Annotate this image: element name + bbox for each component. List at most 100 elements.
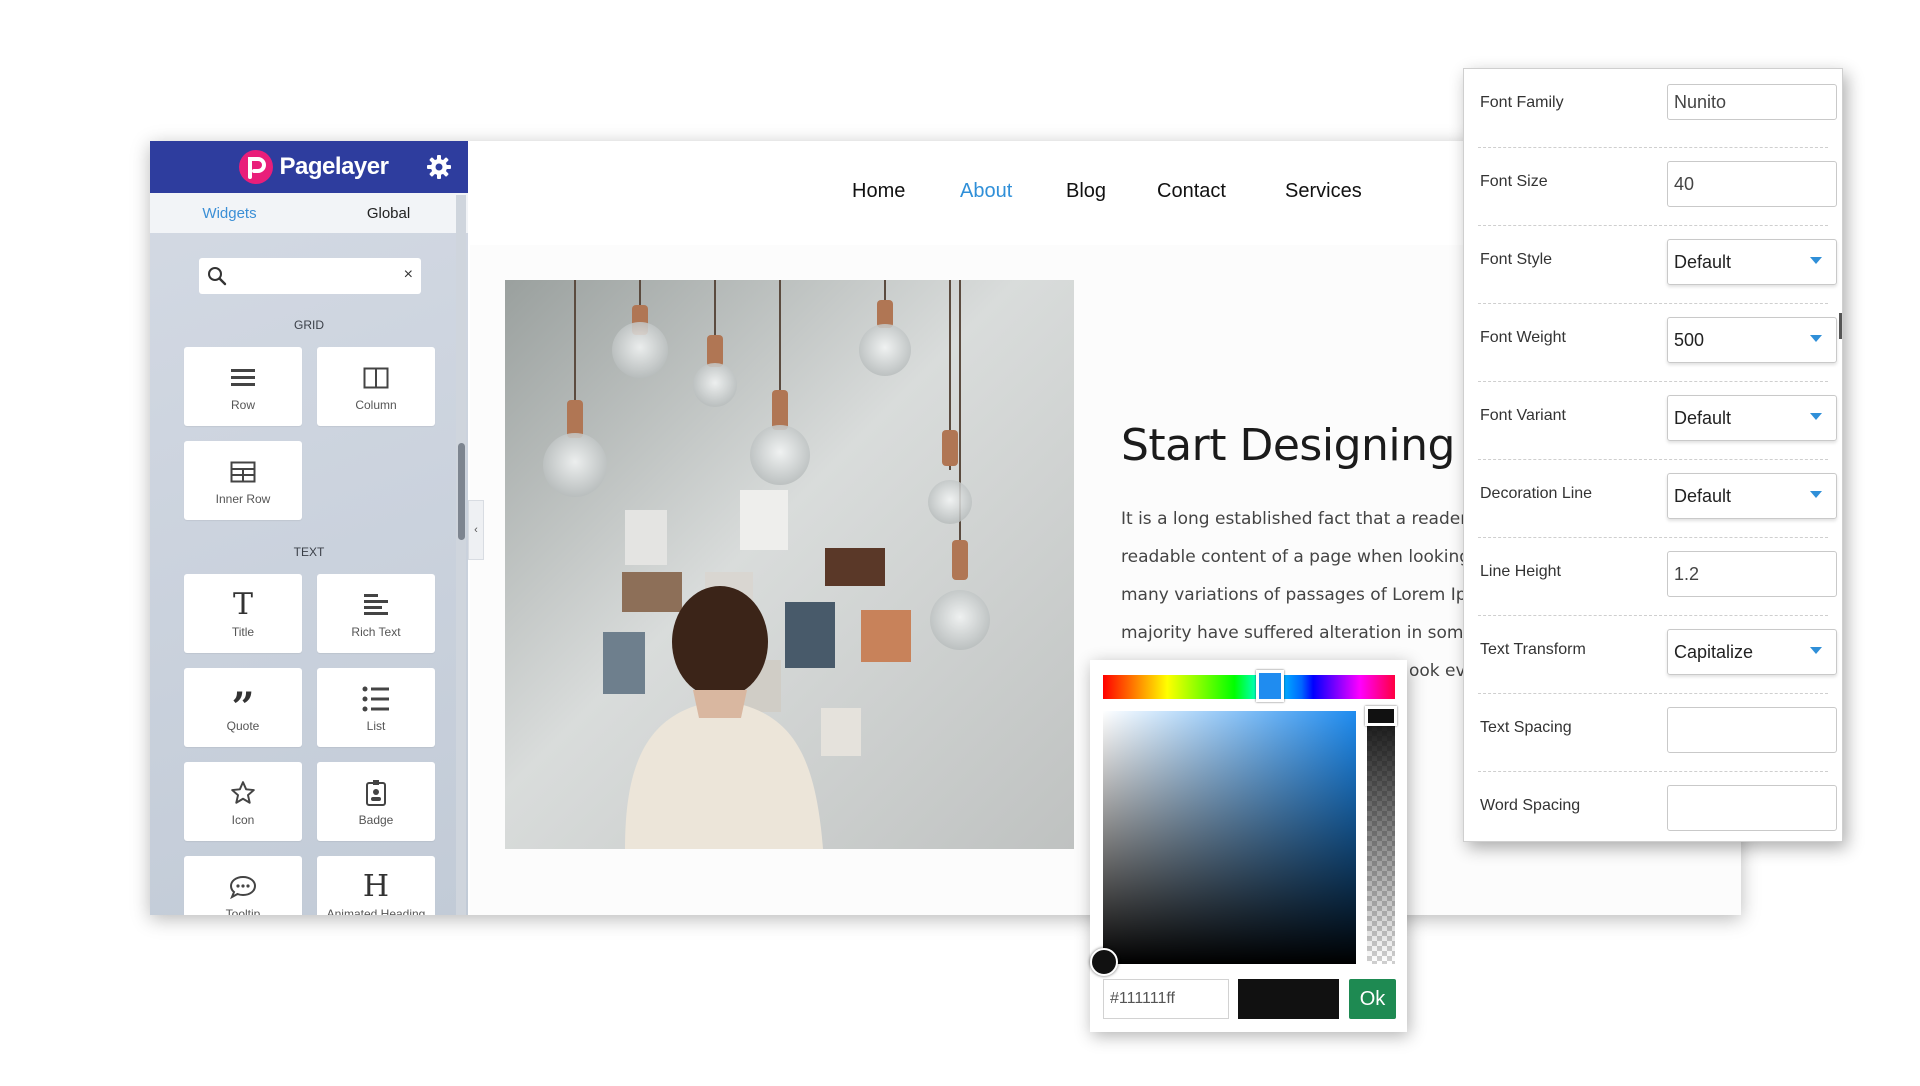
ok-button[interactable]: Ok <box>1349 979 1396 1019</box>
setting-line-height: Line Height 1.2 <box>1478 537 1837 616</box>
paragraph-line: many variations of passages of Lorem Ips <box>1121 585 1466 605</box>
text-spacing-input[interactable] <box>1667 707 1837 753</box>
widget-label: Badge <box>358 812 394 827</box>
widget-title[interactable]: T Title <box>184 574 302 653</box>
badge-icon <box>366 779 386 806</box>
line-height-input[interactable]: 1.2 <box>1667 551 1837 597</box>
select-value: Default <box>1674 407 1732 428</box>
font-size-input[interactable]: 40 <box>1667 161 1837 207</box>
font-style-select[interactable]: Default <box>1667 239 1837 285</box>
word-spacing-input[interactable] <box>1667 785 1837 831</box>
color-handle[interactable] <box>1090 948 1118 976</box>
typography-panel: Font Family Nunito Font Size 40 Font Sty… <box>1463 68 1843 842</box>
paragraph-line: readable content of a page when looking <box>1121 547 1466 567</box>
star-icon <box>231 780 255 804</box>
hue-slider-handle[interactable] <box>1256 670 1284 702</box>
paragraph-line: It is a long established fact that a rea… <box>1121 509 1466 529</box>
setting-decoration-line: Decoration Line Default <box>1478 459 1837 538</box>
setting-font-weight: Font Weight 500 <box>1478 303 1837 382</box>
widget-animated-heading[interactable]: H Animated Heading <box>317 856 435 915</box>
saturation-value-area[interactable] <box>1103 711 1356 964</box>
setting-font-family: Font Family Nunito <box>1478 69 1837 148</box>
tab-widgets[interactable]: Widgets <box>150 205 309 222</box>
pagelayer-sidebar: Pagelayer Widgets Global × GRID Row Colu… <box>150 141 468 915</box>
page-heading[interactable]: Start Designing <box>1121 420 1455 471</box>
paragraph-line: ook ev <box>1409 661 1466 681</box>
hero-image <box>505 280 1074 849</box>
setting-label: Font Variant <box>1480 407 1566 424</box>
tab-global[interactable]: Global <box>309 205 468 222</box>
setting-text-transform: Text Transform Capitalize <box>1478 615 1837 694</box>
nav-contact[interactable]: Contact <box>1157 180 1226 203</box>
select-value: Default <box>1674 485 1732 506</box>
hue-slider[interactable] <box>1103 675 1395 699</box>
chevron-down-icon <box>1810 335 1822 342</box>
setting-word-spacing: Word Spacing <box>1478 771 1837 841</box>
color-picker: Ok <box>1090 660 1407 1032</box>
panel-edge-handle[interactable] <box>1839 313 1842 339</box>
select-value: 500 <box>1674 329 1705 350</box>
alpha-slider-handle[interactable] <box>1365 706 1397 726</box>
columns-icon <box>363 367 389 388</box>
search-input[interactable] <box>233 264 387 288</box>
setting-label: Font Weight <box>1480 329 1566 346</box>
nav-home[interactable]: Home <box>852 180 905 203</box>
setting-font-size: Font Size 40 <box>1478 147 1837 226</box>
nav-about[interactable]: About <box>960 180 1012 203</box>
setting-font-style: Font Style Default <box>1478 225 1837 304</box>
search-icon <box>208 267 227 286</box>
decoration-line-select[interactable]: Default <box>1667 473 1837 519</box>
setting-label: Font Family <box>1480 94 1564 111</box>
hex-color-input[interactable] <box>1103 979 1229 1019</box>
sidebar-tabs: Widgets Global <box>150 193 468 233</box>
text-transform-select[interactable]: Capitalize <box>1667 629 1837 675</box>
setting-font-variant: Font Variant Default <box>1478 381 1837 460</box>
chevron-down-icon <box>1810 491 1822 498</box>
widget-inner-row[interactable]: Inner Row <box>184 441 302 520</box>
select-value: Capitalize <box>1674 641 1754 662</box>
title-icon: T <box>232 587 253 622</box>
nav-blog[interactable]: Blog <box>1066 180 1106 203</box>
widget-tooltip[interactable]: Tooltip <box>184 856 302 915</box>
gear-icon[interactable] <box>426 154 452 180</box>
setting-label: Font Size <box>1480 173 1548 190</box>
font-weight-select[interactable]: 500 <box>1667 317 1837 363</box>
brand-name: Pagelayer <box>279 153 389 180</box>
widget-label: Column <box>355 397 397 412</box>
widget-badge[interactable]: Badge <box>317 762 435 841</box>
pagelayer-logo-icon <box>238 150 273 184</box>
nav-services[interactable]: Services <box>1285 180 1362 203</box>
collapse-sidebar-button[interactable]: ‹ <box>468 500 484 560</box>
widget-label: Row <box>230 397 255 412</box>
widget-column[interactable]: Column <box>317 347 435 426</box>
widget-rich-text[interactable]: Rich Text <box>317 574 435 653</box>
setting-label: Font Style <box>1480 251 1553 268</box>
sidebar-scrollbar[interactable] <box>456 195 466 915</box>
widget-icon[interactable]: Icon <box>184 762 302 841</box>
setting-label: Word Spacing <box>1480 797 1581 814</box>
rows-icon <box>231 368 255 386</box>
widget-label: Title <box>231 624 255 639</box>
widget-label: Icon <box>231 812 255 827</box>
setting-label: Text Spacing <box>1480 719 1572 736</box>
font-variant-select[interactable]: Default <box>1667 395 1837 441</box>
widget-label: Inner Row <box>215 491 271 506</box>
widget-row[interactable]: Row <box>184 347 302 426</box>
widget-label: Rich Text <box>351 624 401 639</box>
chevron-down-icon <box>1810 257 1822 264</box>
heading-icon: H <box>362 869 390 904</box>
widget-quote[interactable]: ” Quote <box>184 668 302 747</box>
clear-search-icon[interactable]: × <box>404 266 413 284</box>
chevron-down-icon <box>1810 647 1822 654</box>
setting-label: Text Transform <box>1480 641 1586 658</box>
sidebar-scroll-thumb[interactable] <box>458 443 465 540</box>
setting-label: Line Height <box>1480 563 1561 580</box>
widget-label: Animated Heading <box>326 906 426 916</box>
widget-list[interactable]: List <box>317 668 435 747</box>
speech-bubble-icon <box>229 875 257 899</box>
list-icon <box>362 686 389 711</box>
font-family-input[interactable]: Nunito <box>1667 84 1837 120</box>
widget-label: Tooltip <box>225 906 261 916</box>
alpha-slider[interactable] <box>1367 711 1395 964</box>
setting-text-spacing: Text Spacing <box>1478 693 1837 772</box>
